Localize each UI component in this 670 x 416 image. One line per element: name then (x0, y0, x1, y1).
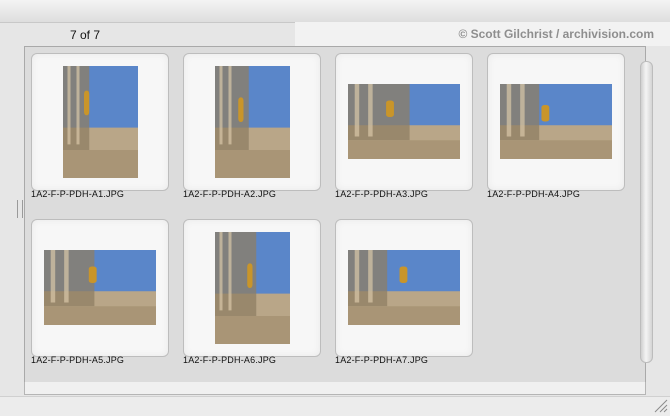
split-handle[interactable] (17, 200, 23, 218)
thumbnail-filename: 1A2-F-P-PDH-A5.JPG (31, 355, 125, 365)
thumbnail-image[interactable] (348, 250, 460, 325)
thumbnail-tile[interactable] (335, 219, 473, 357)
thumbnail-panel: 1A2-F-P-PDH-A1.JPG 1A2-F-P-PDH-A2.JPG 1A2-… (24, 46, 653, 384)
thumbnail-cell[interactable]: 1A2-F-P-PDH-A7.JPG (329, 213, 473, 373)
vertical-scrollbar[interactable] (638, 55, 654, 365)
resize-grip-icon[interactable] (652, 397, 668, 413)
thumbnail-image[interactable] (215, 66, 290, 178)
thumbnail-cell[interactable]: 1A2-F-P-PDH-A5.JPG (25, 213, 169, 373)
thumbnail-image[interactable] (500, 84, 612, 159)
thumbnail-filename: 1A2-F-P-PDH-A7.JPG (335, 355, 429, 365)
thumbnail-image[interactable] (44, 250, 156, 325)
browser-header: 7 of 7 © Scott Gilchrist / archivision.c… (24, 22, 670, 46)
thumbnail-filename: 1A2-F-P-PDH-A3.JPG (335, 189, 429, 199)
thumbnail-image[interactable] (348, 84, 460, 159)
thumbnail-tile[interactable] (335, 53, 473, 191)
thumbnail-image[interactable] (63, 66, 138, 178)
status-strip (0, 396, 670, 416)
thumbnail-cell[interactable]: 1A2-F-P-PDH-A1.JPG (25, 47, 169, 207)
image-count: 7 of 7 (70, 28, 101, 42)
window-top-bar (0, 0, 670, 23)
thumbnail-tile[interactable] (487, 53, 625, 191)
thumbnail-cell[interactable]: 1A2-F-P-PDH-A6.JPG (177, 213, 321, 373)
thumbnail-cell[interactable]: 1A2-F-P-PDH-A4.JPG (481, 47, 625, 207)
thumbnail-filename: 1A2-F-P-PDH-A6.JPG (183, 355, 277, 365)
horizontal-scrollbar[interactable] (24, 382, 646, 395)
thumbnail-tile[interactable] (183, 53, 321, 191)
thumbnail-cell[interactable]: 1A2-F-P-PDH-A2.JPG (177, 47, 321, 207)
thumbnail-filename: 1A2-F-P-PDH-A1.JPG (31, 189, 125, 199)
thumbnail-cell[interactable]: 1A2-F-P-PDH-A3.JPG (329, 47, 473, 207)
thumbnail-image[interactable] (215, 232, 290, 344)
scrollbar-thumb[interactable] (640, 61, 653, 363)
thumbnail-tile[interactable] (183, 219, 321, 357)
thumbnail-filename: 1A2-F-P-PDH-A2.JPG (183, 189, 277, 199)
thumbnail-tile[interactable] (31, 219, 169, 357)
thumbnail-filename: 1A2-F-P-PDH-A4.JPG (487, 189, 581, 199)
credit-bar: © Scott Gilchrist / archivision.com (295, 22, 670, 46)
copyright-credit: © Scott Gilchrist / archivision.com (458, 27, 654, 41)
thumbnail-tile[interactable] (31, 53, 169, 191)
